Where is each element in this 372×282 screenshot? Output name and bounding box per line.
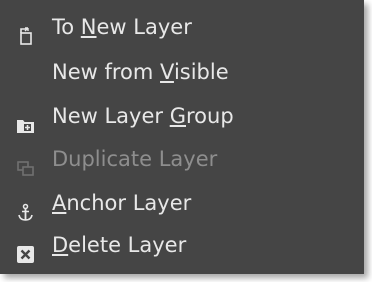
menu-item-new-layer-group[interactable]: New Layer Group	[0, 95, 364, 137]
menu-item-anchor-layer[interactable]: Anchor Layer	[0, 182, 364, 224]
menu-item-label: New from Visible	[52, 60, 229, 84]
menu-item-label: To New Layer	[52, 15, 192, 39]
menu-item-new-from-visible[interactable]: New from Visible	[0, 51, 364, 93]
delete-icon	[16, 236, 35, 263]
menu-item-delete-layer[interactable]: Delete Layer	[0, 224, 364, 266]
menu-item-label: Anchor Layer	[52, 191, 192, 215]
menu-item-label: Duplicate Layer	[52, 147, 218, 171]
to-new-layer-icon	[16, 18, 35, 45]
menu-item-label: New Layer Group	[52, 104, 234, 128]
layer-context-menu: To New Layer New from Visible New Layer …	[0, 0, 364, 274]
menu-item-to-new-layer[interactable]: To New Layer	[0, 6, 364, 48]
duplicate-layer-icon	[16, 150, 35, 176]
anchor-icon	[16, 194, 35, 221]
new-layer-group-icon	[16, 107, 35, 133]
menu-item-duplicate-layer[interactable]: Duplicate Layer	[0, 138, 364, 180]
menu-item-label: Delete Layer	[52, 233, 187, 257]
